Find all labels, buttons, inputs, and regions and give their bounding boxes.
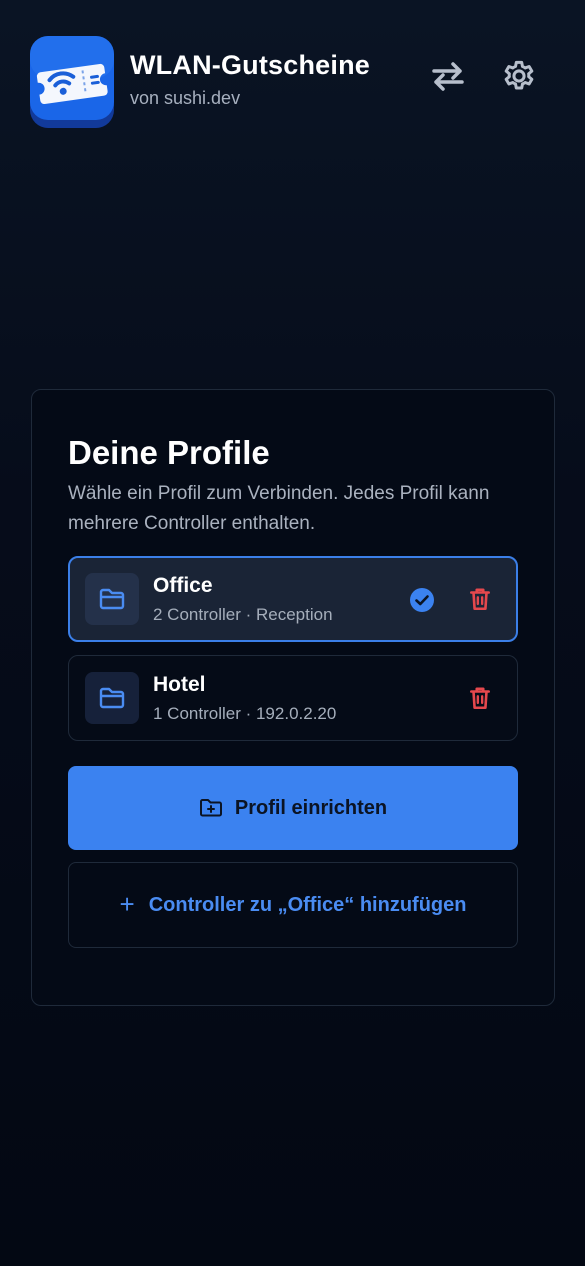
swap-arrows-icon bbox=[432, 62, 464, 91]
trash-icon bbox=[470, 588, 490, 611]
plus-icon: + bbox=[119, 888, 135, 919]
add-controller-label: Controller zu „Office“ hinzufügen bbox=[148, 893, 467, 916]
profile-item-hotel[interactable]: Hotel 1 Controller · 192.0.2.20 bbox=[68, 655, 518, 741]
profile-meta: 1 Controller · 192.0.2.20 bbox=[153, 704, 337, 723]
app-header: WLAN-Gutscheine von sushi.dev bbox=[30, 36, 555, 128]
settings-button[interactable] bbox=[497, 54, 541, 98]
delete-profile-button[interactable] bbox=[467, 685, 493, 711]
folder-plus-icon bbox=[199, 799, 222, 817]
profile-name: Office bbox=[153, 574, 213, 597]
setup-profile-button[interactable]: Profil einrichten bbox=[68, 766, 518, 850]
folder-icon bbox=[85, 672, 139, 724]
card-title: Deine Profile bbox=[68, 434, 270, 471]
folder-icon bbox=[85, 573, 139, 625]
selected-check-icon bbox=[409, 587, 435, 613]
setup-profile-label: Profil einrichten bbox=[234, 796, 388, 819]
delete-profile-button[interactable] bbox=[467, 586, 493, 612]
add-controller-button[interactable]: + Controller zu „Office“ hinzufügen bbox=[68, 862, 518, 948]
profile-meta: 2 Controller · Reception bbox=[153, 605, 333, 624]
profiles-card: Deine Profile Wähle ein Profil zum Verbi… bbox=[31, 389, 555, 1006]
wifi-ticket-icon bbox=[30, 36, 114, 128]
app-title: WLAN-Gutscheine bbox=[130, 50, 371, 80]
app-subtitle: von sushi.dev bbox=[130, 88, 241, 108]
card-description: Wähle ein Profil zum Verbinden. Jedes Pr… bbox=[68, 483, 490, 534]
trash-icon bbox=[470, 687, 490, 710]
profile-item-office[interactable]: Office 2 Controller · Reception bbox=[68, 556, 518, 642]
profile-name: Hotel bbox=[153, 673, 206, 696]
gear-icon bbox=[504, 60, 534, 90]
switch-button[interactable] bbox=[426, 54, 470, 98]
